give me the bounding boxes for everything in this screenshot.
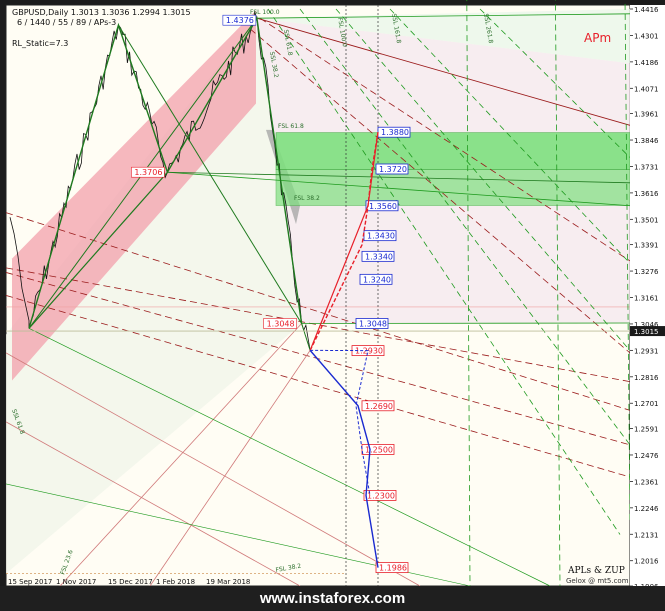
y-tick-label: 1.3846 [634, 137, 659, 145]
y-tick-label: 1.2931 [634, 347, 659, 355]
projection-down-label: 1.1986 [379, 564, 407, 573]
y-tick-label: 1.4301 [634, 32, 659, 40]
y-tick-label: 1.2701 [634, 400, 659, 408]
high-price-label: 1.4376 [226, 16, 254, 25]
fan-label: FSL 38.2 [294, 195, 320, 202]
y-tick-label: 1.2361 [634, 478, 659, 486]
projection-up-label: 1.3720 [379, 165, 407, 174]
target-zone-1 [275, 169, 631, 206]
indicator-label: RL_Static=7.3 [12, 39, 69, 48]
chart-svg[interactable]: 1.3880 1.3720 1.3560 1.3430 1.3340 1.3240 1.30… [0, 0, 665, 611]
y-tick-label: 1.3276 [634, 268, 659, 276]
chart-symbol-line: GBPUSD,Daily 1.3013 1.3036 1.2994 1.3015 [12, 8, 191, 17]
y-tick-label: 1.3501 [634, 216, 659, 224]
y-tick-label: 1.3731 [634, 163, 659, 171]
projection-up-label: 1.3880 [381, 128, 409, 137]
signature-line-1: APLs & ZUP [568, 566, 625, 576]
projection-up-label: 1.3560 [369, 202, 397, 211]
current-price-label: 1.3015 [634, 328, 659, 336]
projection-down-label: 1.2300 [367, 491, 395, 500]
x-tick-label: 15 Dec 2017 [108, 578, 153, 586]
projection-down-label: 1.2930 [355, 347, 383, 356]
fan-label: FSL 100.0 [250, 9, 280, 16]
projection-up-label: 1.3048 [359, 319, 387, 328]
y-tick-label: 1.2016 [634, 558, 659, 566]
y-tick-label: 1.3961 [634, 111, 659, 119]
y-tick-label: 1.3616 [634, 190, 659, 198]
y-tick-label: 1.2816 [634, 374, 659, 382]
y-tick-label: 1.4186 [634, 59, 659, 67]
y-tick-label: 1.3391 [634, 242, 659, 250]
signature-line-2: Gelox @ mt5.com [566, 577, 629, 585]
projection-up-label: 1.3340 [365, 252, 393, 261]
projection-up-label: 1.3430 [367, 232, 395, 241]
projection-up-label: 1.3240 [363, 275, 391, 284]
x-tick-label: 15 Sep 2017 [8, 578, 52, 586]
mid-price-label: 1.3706 [134, 168, 162, 177]
y-tick-label: 1.2246 [634, 505, 659, 513]
apm-tag: APm [584, 31, 612, 45]
x-tick-label: 19 Mar 2018 [206, 578, 250, 586]
low-price-label: 1.3048 [267, 319, 295, 328]
watermark-banner[interactable]: www.instaforex.com [0, 586, 665, 611]
y-tick-label: 1.4416 [634, 6, 659, 14]
y-tick-label: 1.4071 [634, 85, 659, 93]
y-tick-label: 1.2476 [634, 452, 659, 460]
projection-down-label: 1.2690 [365, 402, 393, 411]
y-tick-label: 1.3161 [634, 295, 659, 303]
y-tick-label: 1.2591 [634, 426, 659, 434]
fan-label: FSL 61.8 [278, 123, 304, 130]
watermark-text: www.instaforex.com [259, 590, 406, 607]
x-tick-label: 1 Feb 2018 [156, 578, 195, 586]
target-zone-0 [275, 132, 631, 170]
chart-params-line: 6 / 1440 / 55 / 89 / APs-3 [17, 18, 117, 27]
x-tick-label: 1 Nov 2017 [56, 578, 96, 586]
y-tick-label: 1.2131 [634, 531, 659, 539]
